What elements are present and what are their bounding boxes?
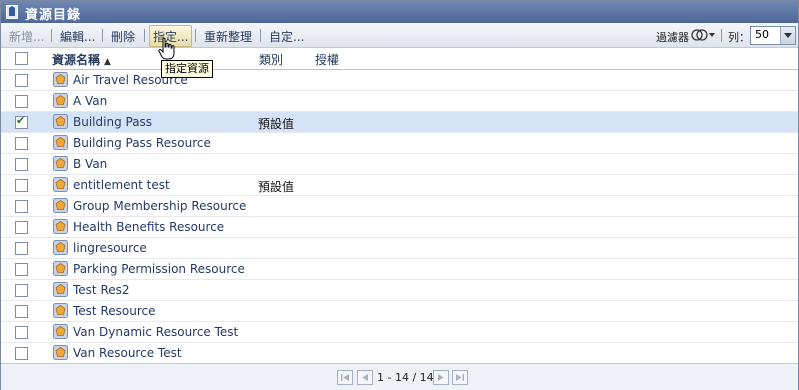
resource-icon <box>53 72 68 87</box>
table-row[interactable]: lingresource <box>1 238 798 259</box>
rows-per-page-select[interactable]: 50 <box>750 26 796 45</box>
column-header-category[interactable]: 類別 <box>259 51 283 68</box>
toolbar-divider <box>51 29 52 42</box>
edit-button[interactable]: 編輯... <box>60 28 95 45</box>
table-row[interactable]: Van Resource Test <box>1 343 798 364</box>
toolbar-divider <box>195 29 196 42</box>
table-row[interactable]: Test Res2 <box>1 280 798 301</box>
resource-catalog-panel: 資源目錄 新增... 編輯... 刪除 指定... 重新整理 自定... 過濾器… <box>0 0 799 390</box>
toolbar-divider <box>144 29 145 42</box>
assign-tooltip: 指定資源 <box>161 60 213 78</box>
resource-icon <box>53 156 68 171</box>
table-row[interactable]: Van Dynamic Resource Test <box>1 322 798 343</box>
title-bar: 資源目錄 <box>1 1 798 23</box>
toolbar-divider <box>102 29 103 42</box>
table-header: 資源名稱 ▲ 類別 授權 <box>1 48 798 70</box>
refresh-button[interactable]: 重新整理 <box>204 28 252 45</box>
resource-icon <box>53 219 68 234</box>
resource-name-link[interactable]: A Van <box>73 94 107 108</box>
resource-name-link[interactable]: Test Res2 <box>73 283 130 297</box>
row-checkbox[interactable] <box>15 200 28 213</box>
sort-ascending-icon: ▲ <box>104 57 111 67</box>
resource-icon <box>53 282 68 297</box>
next-page-icon[interactable] <box>433 370 449 385</box>
table-row[interactable]: Group Membership Resource <box>1 196 798 217</box>
toolbar-divider <box>260 29 261 42</box>
resource-icon <box>53 261 68 276</box>
toolbar-divider <box>721 29 722 42</box>
resource-name-link[interactable]: Health Benefits Resource <box>73 220 224 234</box>
resource-name-link[interactable]: Van Resource Test <box>73 346 182 360</box>
rows-per-page-value: 50 <box>755 28 769 41</box>
row-checkbox[interactable] <box>15 158 28 171</box>
resource-name-link[interactable]: B Van <box>73 157 107 171</box>
table-row[interactable]: Air Travel Resource <box>1 70 798 91</box>
column-header-name-label: 資源名稱 <box>52 53 101 67</box>
table-row[interactable]: Building Pass 預設值 <box>1 112 798 133</box>
toolbar: 新增... 編輯... 刪除 指定... 重新整理 自定... 過濾器 列： 5… <box>1 23 798 48</box>
new-button[interactable]: 新增... <box>9 28 44 45</box>
previous-page-icon[interactable] <box>357 370 373 385</box>
row-checkbox[interactable] <box>15 326 28 339</box>
resource-name-link[interactable]: Van Dynamic Resource Test <box>73 325 238 339</box>
resource-name-link[interactable]: Building Pass Resource <box>73 136 211 150</box>
resource-icon <box>53 135 68 150</box>
resource-icon <box>53 324 68 339</box>
resource-name-link[interactable]: Parking Permission Resource <box>73 262 245 276</box>
column-header-name[interactable]: 資源名稱 ▲ <box>52 51 111 68</box>
resource-icon <box>53 240 68 255</box>
select-all-checkbox[interactable] <box>15 52 28 65</box>
resource-name-link[interactable]: Group Membership Resource <box>73 199 246 213</box>
resource-name-link[interactable]: lingresource <box>73 241 147 255</box>
row-checkbox[interactable] <box>15 305 28 318</box>
resource-category: 預設值 <box>258 117 295 131</box>
row-checkbox[interactable] <box>15 179 28 192</box>
delete-button[interactable]: 刪除 <box>111 28 135 45</box>
resource-icon <box>53 114 68 129</box>
resource-name-link[interactable]: Building Pass <box>73 115 152 129</box>
table-row[interactable]: B Van <box>1 154 798 175</box>
row-checkbox[interactable] <box>15 74 28 87</box>
row-checkbox[interactable] <box>15 347 28 360</box>
row-checkbox[interactable] <box>15 221 28 234</box>
table-row[interactable]: A Van <box>1 91 798 112</box>
resource-category: 預設值 <box>258 180 295 194</box>
row-checkbox[interactable] <box>15 284 28 297</box>
chevron-down-icon[interactable] <box>780 27 795 44</box>
table-row[interactable]: Parking Permission Resource <box>1 259 798 280</box>
row-checkbox[interactable] <box>15 137 28 150</box>
resource-icon <box>53 93 68 108</box>
table-row[interactable]: Health Benefits Resource <box>1 217 798 238</box>
resource-icon <box>53 177 68 192</box>
filter-icon[interactable] <box>691 28 717 42</box>
resource-icon <box>53 345 68 360</box>
first-page-icon[interactable] <box>337 370 353 385</box>
resource-name-link[interactable]: entitlement test <box>73 178 170 192</box>
hand-cursor-icon <box>158 37 175 60</box>
row-checkbox[interactable] <box>15 114 28 129</box>
table-row[interactable]: entitlement test 預設值 <box>1 175 798 196</box>
row-checkbox[interactable] <box>15 242 28 255</box>
panel-title: 資源目錄 <box>25 8 82 23</box>
filter-label: 過濾器 <box>656 31 689 44</box>
customize-button[interactable]: 自定... <box>269 28 304 45</box>
row-checkbox[interactable] <box>15 95 28 108</box>
pagination-status: 1 - 14 / 14 <box>377 371 434 384</box>
table-row[interactable]: Building Pass Resource <box>1 133 798 154</box>
table-row[interactable]: Test Resource <box>1 301 798 322</box>
pagination-bar: 1 - 14 / 14 <box>1 363 798 390</box>
column-header-authorization[interactable]: 授權 <box>315 51 339 68</box>
catalog-icon <box>6 5 18 19</box>
last-page-icon[interactable] <box>452 370 468 385</box>
rows-per-page-label: 列： <box>728 31 750 44</box>
resource-icon <box>53 303 68 318</box>
resource-name-link[interactable]: Test Resource <box>73 304 155 318</box>
resource-icon <box>53 198 68 213</box>
row-checkbox[interactable] <box>15 263 28 276</box>
